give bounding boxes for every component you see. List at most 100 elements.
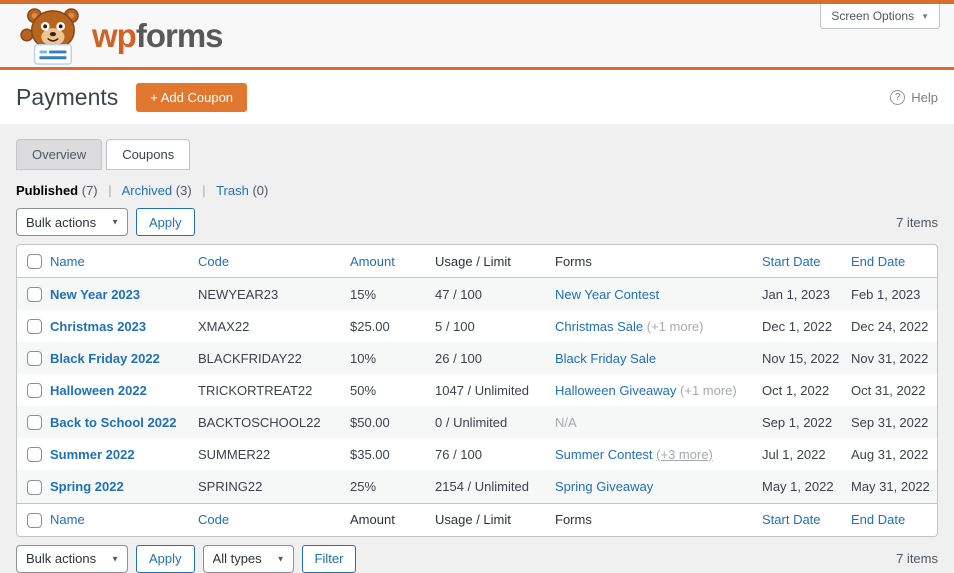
coupon-name-link[interactable]: Summer 2022 [50, 447, 135, 462]
coupon-usage: 76 / 100 [435, 446, 482, 462]
coupon-form-link[interactable]: Christmas Sale [555, 319, 643, 334]
table-row: Christmas 2023 XMAX22 $25.00 5 / 100 Chr… [17, 310, 937, 342]
row-checkbox[interactable] [27, 319, 42, 335]
add-coupon-button[interactable]: + Add Coupon [136, 82, 248, 112]
column-header-amount[interactable]: Amount [350, 245, 435, 278]
select-all-checkbox[interactable] [27, 512, 42, 528]
coupon-usage: 5 / 100 [435, 318, 475, 334]
coupon-amount: 10% [350, 350, 377, 366]
coupon-code: NEWYEAR23 [198, 286, 279, 302]
coupon-end-date: Sep 31, 2022 [851, 414, 929, 430]
row-checkbox[interactable] [27, 351, 42, 367]
coupon-code: BACKTOSCHOOL22 [198, 414, 321, 430]
coupon-form-link[interactable]: Halloween Giveaway [555, 383, 676, 398]
coupon-start-date: Jan 1, 2023 [762, 286, 830, 302]
coupon-name-link[interactable]: Back to School 2022 [50, 415, 176, 430]
coupon-usage: 26 / 100 [435, 350, 482, 366]
row-checkbox[interactable] [27, 479, 42, 495]
coupon-end-date: Aug 31, 2022 [851, 446, 929, 462]
coupon-form-link[interactable]: Spring Giveaway [555, 479, 653, 494]
column-header-name[interactable]: Name [50, 245, 198, 278]
coupon-code: BLACKFRIDAY22 [198, 350, 302, 366]
coupon-end-date: Oct 31, 2022 [851, 382, 926, 398]
coupon-name-link[interactable]: Black Friday 2022 [50, 351, 160, 366]
coupon-start-date: Jul 1, 2022 [762, 446, 826, 462]
items-count: 7 items [896, 551, 938, 567]
coupon-end-date: Nov 31, 2022 [851, 350, 929, 366]
filter-archived[interactable]: Archived (3) [122, 183, 192, 198]
filter-button[interactable]: Filter [301, 544, 357, 573]
items-count: 7 items [896, 214, 938, 230]
column-footer-start-date[interactable]: Start Date [762, 503, 851, 536]
top-toolbar: Bulk actions ▼ Apply 7 items [16, 208, 938, 236]
wpforms-bear-icon [20, 7, 79, 65]
apply-button[interactable]: Apply [136, 544, 195, 573]
wpforms-logotype: wpforms [92, 17, 224, 54]
coupon-amount: 50% [350, 382, 377, 398]
coupon-name-link[interactable]: New Year 2023 [50, 287, 140, 302]
select-all-checkbox[interactable] [27, 254, 42, 270]
table-footer: Name Code Amount Usage / Limit Forms Sta… [17, 503, 937, 536]
coupon-name-link[interactable]: Halloween 2022 [50, 383, 147, 398]
tab-coupons[interactable]: Coupons [106, 139, 191, 170]
column-header-end-date[interactable]: End Date [851, 245, 937, 278]
plugin-header: wpforms [0, 4, 954, 70]
coupon-code: XMAX22 [198, 318, 250, 334]
screen-options-label: Screen Options [831, 9, 915, 23]
row-checkbox[interactable] [27, 415, 42, 431]
coupon-end-date: May 31, 2022 [851, 478, 930, 494]
coupon-start-date: Oct 1, 2022 [762, 382, 830, 398]
bottom-toolbar: Bulk actions ▼ Apply All types ▼ Filter … [16, 544, 938, 573]
coupon-usage: 2154 / Unlimited [435, 478, 529, 494]
coupon-amount: 15% [350, 286, 377, 302]
screen-options-button[interactable]: Screen Options ▼ [820, 4, 940, 29]
help-link[interactable]: ? Help [890, 89, 938, 105]
coupon-name-link[interactable]: Christmas 2023 [50, 319, 146, 334]
coupon-rows: New Year 2023 NEWYEAR23 15% 47 / 100 New… [17, 277, 937, 503]
coupon-form-extra[interactable]: (+3 more) [656, 447, 713, 462]
filter-separator: | [108, 183, 112, 198]
column-header-start-date[interactable]: Start Date [762, 245, 851, 278]
table-row: Summer 2022 SUMMER22 $35.00 76 / 100 Sum… [17, 438, 937, 470]
page-title-bar: Payments + Add Coupon ? Help [0, 70, 954, 124]
filter-published[interactable]: Published (7) [16, 183, 98, 198]
filter-trash[interactable]: Trash (0) [216, 183, 268, 198]
row-checkbox[interactable] [27, 287, 42, 303]
coupon-amount: $25.00 [350, 318, 390, 334]
column-footer-end-date[interactable]: End Date [851, 503, 937, 536]
column-footer-usage: Usage / Limit [435, 512, 511, 528]
page-title: Payments [16, 83, 119, 110]
coupon-form-link[interactable]: Summer Contest [555, 447, 653, 462]
table-header: Name Code Amount Usage / Limit Forms Sta… [17, 245, 937, 278]
type-filter-select-wrap: All types ▼ [202, 544, 294, 573]
bulk-actions-select[interactable]: Bulk actions [16, 208, 128, 236]
coupon-form-extra[interactable]: (+1 more) [647, 319, 704, 334]
chevron-down-icon: ▼ [921, 11, 929, 21]
row-checkbox[interactable] [27, 447, 42, 463]
column-header-code[interactable]: Code [198, 245, 350, 278]
column-footer-name[interactable]: Name [50, 503, 198, 536]
coupon-start-date: Nov 15, 2022 [762, 350, 840, 366]
coupon-form-link[interactable]: New Year Contest [555, 287, 659, 302]
coupon-name-link[interactable]: Spring 2022 [50, 479, 124, 494]
apply-button[interactable]: Apply [136, 208, 195, 236]
coupon-usage: 47 / 100 [435, 286, 482, 302]
column-footer-amount: Amount [350, 512, 395, 528]
column-header-forms: Forms [555, 253, 592, 269]
column-footer-code[interactable]: Code [198, 503, 350, 536]
row-checkbox[interactable] [27, 383, 42, 399]
type-filter-select[interactable]: All types [202, 544, 294, 573]
table-row: Halloween 2022 TRICKORTREAT22 50% 1047 /… [17, 374, 937, 406]
content-area: Overview Coupons Published (7) | Archive… [0, 124, 954, 573]
coupon-form-extra[interactable]: (+1 more) [680, 383, 737, 398]
logo-wp-text: wp [92, 17, 137, 54]
coupon-amount: $50.00 [350, 414, 390, 430]
coupon-form-link[interactable]: Black Friday Sale [555, 351, 656, 366]
bulk-actions-select[interactable]: Bulk actions [16, 544, 128, 573]
filter-separator: | [202, 183, 206, 198]
wpforms-logo: wpforms [20, 7, 224, 65]
tab-overview[interactable]: Overview [16, 139, 103, 170]
coupon-amount: $35.00 [350, 446, 390, 462]
coupon-code: TRICKORTREAT22 [198, 382, 313, 398]
coupon-code: SPRING22 [198, 478, 263, 494]
